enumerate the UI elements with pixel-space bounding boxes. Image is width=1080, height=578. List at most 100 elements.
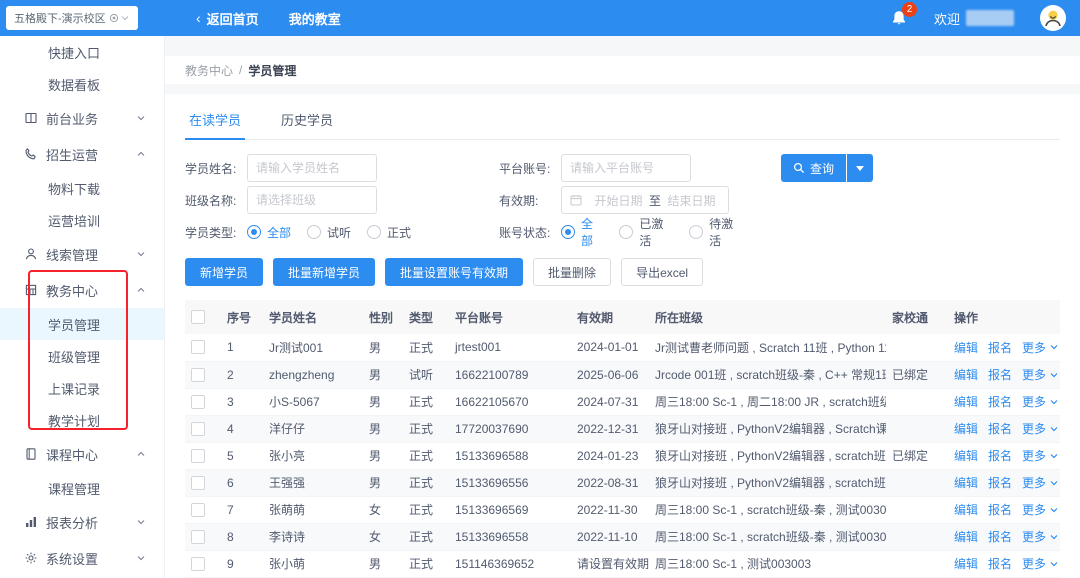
sidebar-item-student-management[interactable]: 学员管理 xyxy=(0,308,164,340)
my-classroom-link[interactable]: 我的教室 xyxy=(289,9,341,28)
sidebar-item-system-settings[interactable]: 系统设置 xyxy=(0,540,164,576)
edit-link[interactable]: 编辑 xyxy=(954,420,978,437)
sidebar-item-ops-training[interactable]: 运营培训 xyxy=(0,204,164,236)
radio-option[interactable]: 已激活 xyxy=(619,215,673,249)
sidebar-item-course-center[interactable]: 课程中心 xyxy=(0,436,164,472)
more-link[interactable]: 更多 xyxy=(1022,447,1059,464)
chevron-down-icon xyxy=(1049,478,1059,488)
cell-validity: 2022-11-10 xyxy=(571,523,649,550)
edit-link[interactable]: 编辑 xyxy=(954,555,978,572)
col-header-name: 学员姓名 xyxy=(263,300,363,334)
more-link[interactable]: 更多 xyxy=(1022,555,1059,572)
enroll-link[interactable]: 报名 xyxy=(988,447,1012,464)
radio-option[interactable]: 全部 xyxy=(561,215,603,249)
enroll-link[interactable]: 报名 xyxy=(988,420,1012,437)
sidebar-item-course-management[interactable]: 课程管理 xyxy=(0,472,164,504)
radio-label: 试听 xyxy=(327,224,351,241)
avatar[interactable] xyxy=(1040,5,1066,31)
radio-option[interactable]: 全部 xyxy=(247,224,291,241)
sidebar-item-front-desk[interactable]: 前台业务 xyxy=(0,100,164,136)
cell-validity: 2024-01-01 xyxy=(571,334,649,361)
enroll-link[interactable]: 报名 xyxy=(988,501,1012,518)
row-checkbox[interactable] xyxy=(191,340,205,354)
chevron-down-icon xyxy=(136,553,146,563)
enroll-link[interactable]: 报名 xyxy=(988,339,1012,356)
select-all-checkbox[interactable] xyxy=(191,310,205,324)
batch-delete-button[interactable]: 批量删除 xyxy=(533,258,611,286)
sidebar-item-class-management[interactable]: 班级管理 xyxy=(0,340,164,372)
edit-link[interactable]: 编辑 xyxy=(954,366,978,383)
cell-validity: 2022-12-31 xyxy=(571,415,649,442)
table-row: 1Jr测试001男正式jrtest0012024-01-01Jr测试曹老师问题 … xyxy=(185,334,1060,361)
search-dropdown-button[interactable] xyxy=(847,154,873,182)
platform-account-input[interactable] xyxy=(561,154,691,182)
row-checkbox[interactable] xyxy=(191,503,205,517)
validity-date-range-picker[interactable]: 开始日期 至 结束日期 xyxy=(561,186,729,214)
tab-current-students[interactable]: 在读学员 xyxy=(185,104,245,140)
edit-link[interactable]: 编辑 xyxy=(954,393,978,410)
batch-set-validity-button[interactable]: 批量设置账号有效期 xyxy=(385,258,523,286)
sidebar-item-data-board[interactable]: 数据看板 xyxy=(0,68,164,100)
cell-operations: 编辑报名更多 xyxy=(948,523,1060,550)
cell-classes: 狼牙山对接班 , PythonV2编辑器 , scratch班级-秦 , Jrc… xyxy=(649,442,886,469)
row-checkbox[interactable] xyxy=(191,530,205,544)
row-checkbox[interactable] xyxy=(191,368,205,382)
more-link[interactable]: 更多 xyxy=(1022,501,1059,518)
edit-link[interactable]: 编辑 xyxy=(954,339,978,356)
cell-type: 正式 xyxy=(403,523,449,550)
edit-link[interactable]: 编辑 xyxy=(954,501,978,518)
sidebar-item-enrollment-ops[interactable]: 招生运营 xyxy=(0,136,164,172)
edit-link[interactable]: 编辑 xyxy=(954,447,978,464)
radio-option[interactable]: 正式 xyxy=(367,224,411,241)
enroll-link[interactable]: 报名 xyxy=(988,393,1012,410)
cell-validity: 2025-06-06 xyxy=(571,361,649,388)
notification-bell-icon[interactable]: 2 xyxy=(890,9,908,27)
tab-history-students[interactable]: 历史学员 xyxy=(277,104,337,139)
campus-select[interactable]: 五格殿下-演示校区 xyxy=(6,6,138,30)
col-header-validity: 有效期 xyxy=(571,300,649,334)
enroll-link[interactable]: 报名 xyxy=(988,474,1012,491)
sidebar-item-material-download[interactable]: 物料下载 xyxy=(0,172,164,204)
cell-type: 正式 xyxy=(403,469,449,496)
more-link[interactable]: 更多 xyxy=(1022,420,1059,437)
more-link[interactable]: 更多 xyxy=(1022,393,1059,410)
edit-link[interactable]: 编辑 xyxy=(954,528,978,545)
more-link[interactable]: 更多 xyxy=(1022,474,1059,491)
row-checkbox[interactable] xyxy=(191,395,205,409)
sidebar-item-quick-entry[interactable]: 快捷入口 xyxy=(0,36,164,68)
back-home-link[interactable]: ‹ 返回首页 xyxy=(196,9,259,28)
cell-index: 6 xyxy=(221,469,263,496)
enroll-link[interactable]: 报名 xyxy=(988,555,1012,572)
more-link[interactable]: 更多 xyxy=(1022,528,1059,545)
batch-add-students-button[interactable]: 批量新增学员 xyxy=(273,258,375,286)
radio-option[interactable]: 待激活 xyxy=(689,215,743,249)
cell-operations: 编辑报名更多 xyxy=(948,415,1060,442)
export-excel-button[interactable]: 导出excel xyxy=(621,258,703,286)
sidebar-item-lesson-records[interactable]: 上课记录 xyxy=(0,372,164,404)
row-checkbox[interactable] xyxy=(191,476,205,490)
sidebar-item-report-analysis[interactable]: 报表分析 xyxy=(0,504,164,540)
row-checkbox[interactable] xyxy=(191,557,205,571)
enroll-link[interactable]: 报名 xyxy=(988,366,1012,383)
welcome-text: 欢迎 xyxy=(934,9,960,28)
breadcrumb-parent[interactable]: 教务中心 xyxy=(185,62,233,79)
sidebar-item-academic-center[interactable]: 教务中心 xyxy=(0,272,164,308)
edit-link[interactable]: 编辑 xyxy=(954,474,978,491)
add-student-button[interactable]: 新增学员 xyxy=(185,258,263,286)
chevron-down-icon xyxy=(1049,505,1059,515)
search-button[interactable]: 查询 xyxy=(781,154,846,182)
more-link[interactable]: 更多 xyxy=(1022,339,1059,356)
table-row: 5张小亮男正式151336965882024-01-23狼牙山对接班 , Pyt… xyxy=(185,442,1060,469)
notification-badge: 2 xyxy=(902,2,917,17)
more-link[interactable]: 更多 xyxy=(1022,366,1059,383)
row-checkbox[interactable] xyxy=(191,422,205,436)
sidebar-item-label: 学员管理 xyxy=(48,315,100,334)
sidebar-item-teaching-plan[interactable]: 教学计划 xyxy=(0,404,164,436)
sidebar-item-lead-management[interactable]: 线索管理 xyxy=(0,236,164,272)
row-checkbox[interactable] xyxy=(191,449,205,463)
student-name-input[interactable] xyxy=(247,154,377,182)
radio-option[interactable]: 试听 xyxy=(307,224,351,241)
class-select-input[interactable] xyxy=(247,186,377,214)
enroll-link[interactable]: 报名 xyxy=(988,528,1012,545)
cell-classes: 周三18:00 Sc-1 , 周二18:00 JR , scratch班级-秦 … xyxy=(649,388,886,415)
